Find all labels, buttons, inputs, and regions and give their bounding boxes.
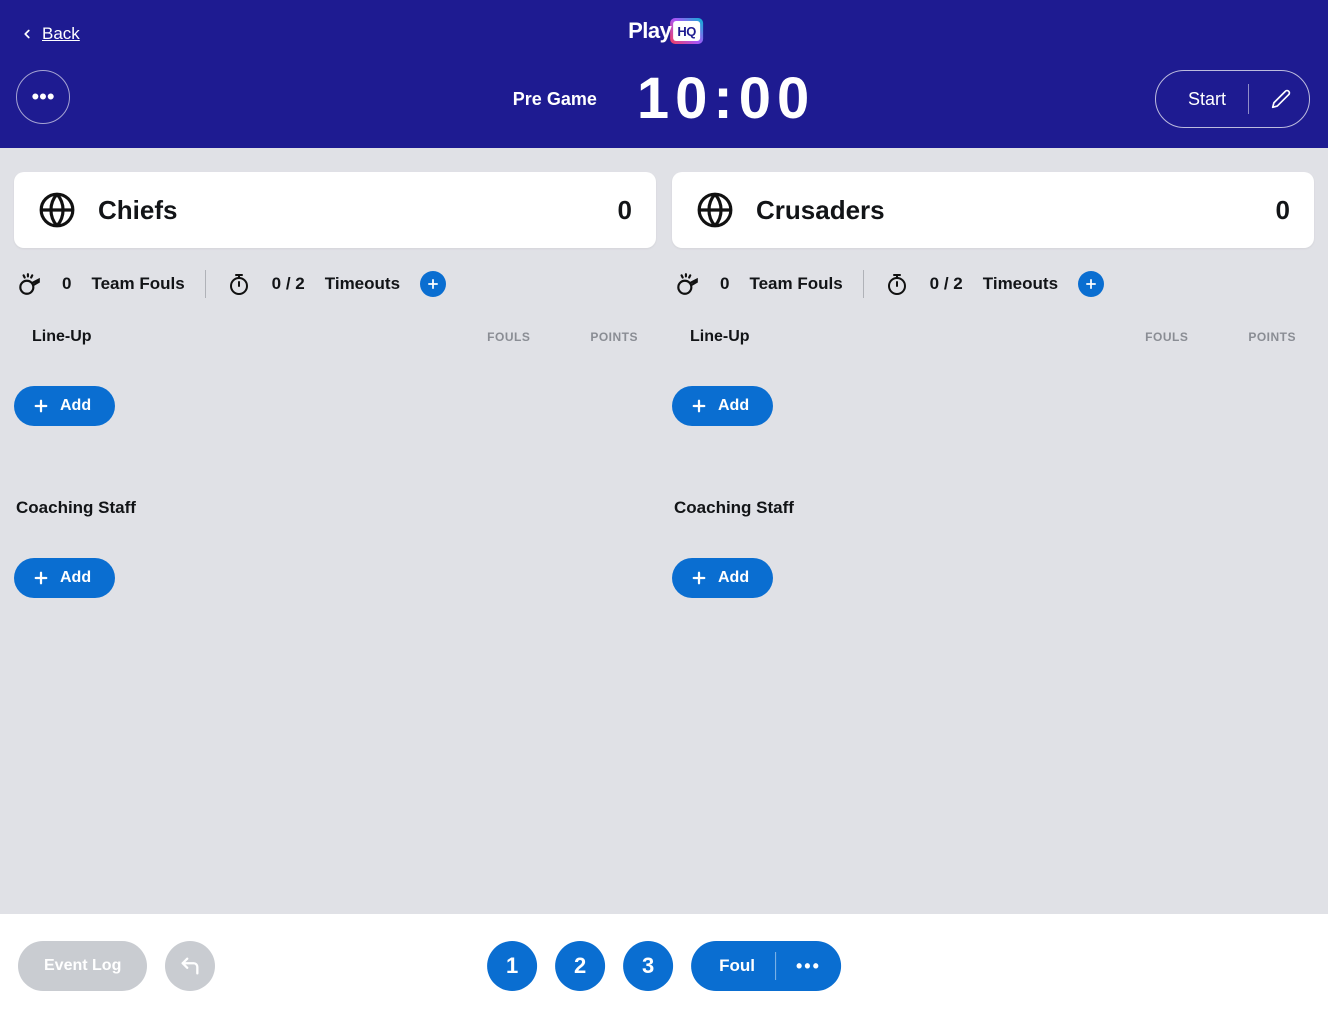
- team-card[interactable]: Chiefs 0: [14, 172, 656, 248]
- pencil-edit-icon[interactable]: [1271, 89, 1291, 109]
- team-fouls-value: 0: [62, 274, 71, 294]
- team-card[interactable]: Crusaders 0: [672, 172, 1314, 248]
- plus-icon: [32, 569, 50, 587]
- coaching-staff-header: Coaching Staff: [672, 426, 1314, 518]
- main-content: Chiefs 0 0 Team Fouls 0 / 2 Timeouts Lin…: [0, 148, 1328, 598]
- globe-icon: [696, 191, 734, 229]
- start-button[interactable]: Start: [1155, 70, 1310, 128]
- team-fouls-label: Team Fouls: [91, 274, 184, 294]
- team-fouls-label: Team Fouls: [749, 274, 842, 294]
- add-player-label: Add: [718, 397, 749, 415]
- fouls-column-header: FOULS: [1145, 330, 1188, 344]
- start-label: Start: [1188, 89, 1226, 110]
- team-stats-row: 0 Team Fouls 0 / 2 Timeouts: [672, 248, 1314, 298]
- add-player-button[interactable]: Add: [672, 386, 773, 426]
- fouls-column-header: FOULS: [487, 330, 530, 344]
- whistle-icon: [674, 271, 700, 297]
- timeouts-value: 0 / 2: [272, 274, 305, 294]
- team-column-away: Crusaders 0 0 Team Fouls 0 / 2 Timeouts …: [672, 172, 1314, 598]
- team-score: 0: [618, 195, 632, 226]
- team-column-home: Chiefs 0 0 Team Fouls 0 / 2 Timeouts Lin…: [14, 172, 656, 598]
- add-timeout-button[interactable]: [1078, 271, 1104, 297]
- divider: [1248, 84, 1249, 114]
- lineup-section-header: Line-Up FOULS POINTS: [14, 298, 656, 346]
- dots-horizontal-icon: •••: [31, 84, 54, 110]
- stopwatch-icon: [884, 271, 910, 297]
- back-button[interactable]: Back: [20, 24, 80, 44]
- undo-button[interactable]: [165, 941, 215, 991]
- score-2-button[interactable]: 2: [555, 941, 605, 991]
- event-log-label: Event Log: [44, 957, 121, 975]
- timeouts-label: Timeouts: [325, 274, 400, 294]
- team-name: Crusaders: [756, 195, 885, 226]
- event-log-button[interactable]: Event Log: [18, 941, 147, 991]
- timeouts-label: Timeouts: [983, 274, 1058, 294]
- undo-icon: [179, 955, 201, 977]
- score-3-button[interactable]: 3: [623, 941, 673, 991]
- team-name: Chiefs: [98, 195, 177, 226]
- points-column-header: POINTS: [1248, 330, 1296, 344]
- add-coach-label: Add: [60, 569, 91, 587]
- overflow-menu-button[interactable]: •••: [16, 70, 70, 124]
- team-fouls-value: 0: [720, 274, 729, 294]
- add-player-button[interactable]: Add: [14, 386, 115, 426]
- game-clock: 10:00: [637, 70, 815, 128]
- scoring-buttons: 1 2 3 Foul •••: [487, 941, 841, 991]
- stopwatch-icon: [226, 271, 252, 297]
- lineup-label: Line-Up: [32, 328, 92, 346]
- add-timeout-button[interactable]: [420, 271, 446, 297]
- foul-button[interactable]: Foul •••: [691, 941, 841, 991]
- add-coach-button[interactable]: Add: [14, 558, 115, 598]
- add-player-label: Add: [60, 397, 91, 415]
- plus-icon: [32, 397, 50, 415]
- add-coach-button[interactable]: Add: [672, 558, 773, 598]
- team-stats-row: 0 Team Fouls 0 / 2 Timeouts: [14, 248, 656, 298]
- globe-icon: [38, 191, 76, 229]
- whistle-icon: [16, 271, 42, 297]
- timeouts-value: 0 / 2: [930, 274, 963, 294]
- game-timer: Pre Game 10:00: [513, 70, 815, 128]
- logo-badge: HQ: [673, 21, 700, 41]
- brand-logo: Play HQ: [628, 18, 700, 44]
- lineup-label: Line-Up: [690, 328, 750, 346]
- plus-icon: [690, 569, 708, 587]
- divider: [775, 952, 776, 980]
- team-score: 0: [1276, 195, 1290, 226]
- divider: [863, 270, 864, 298]
- points-column-header: POINTS: [590, 330, 638, 344]
- app-header: Back Play HQ ••• Pre Game 10:00 Start: [0, 0, 1328, 148]
- foul-label: Foul: [719, 956, 755, 976]
- dots-horizontal-icon[interactable]: •••: [796, 956, 821, 977]
- back-label: Back: [42, 24, 80, 44]
- footer-bar: Event Log 1 2 3 Foul •••: [0, 914, 1328, 1018]
- coaching-staff-header: Coaching Staff: [14, 426, 656, 518]
- chevron-left-icon: [20, 27, 34, 41]
- lineup-section-header: Line-Up FOULS POINTS: [672, 298, 1314, 346]
- plus-icon: [690, 397, 708, 415]
- game-phase-label: Pre Game: [513, 89, 597, 110]
- score-1-button[interactable]: 1: [487, 941, 537, 991]
- add-coach-label: Add: [718, 569, 749, 587]
- logo-text: Play: [628, 18, 671, 44]
- divider: [205, 270, 206, 298]
